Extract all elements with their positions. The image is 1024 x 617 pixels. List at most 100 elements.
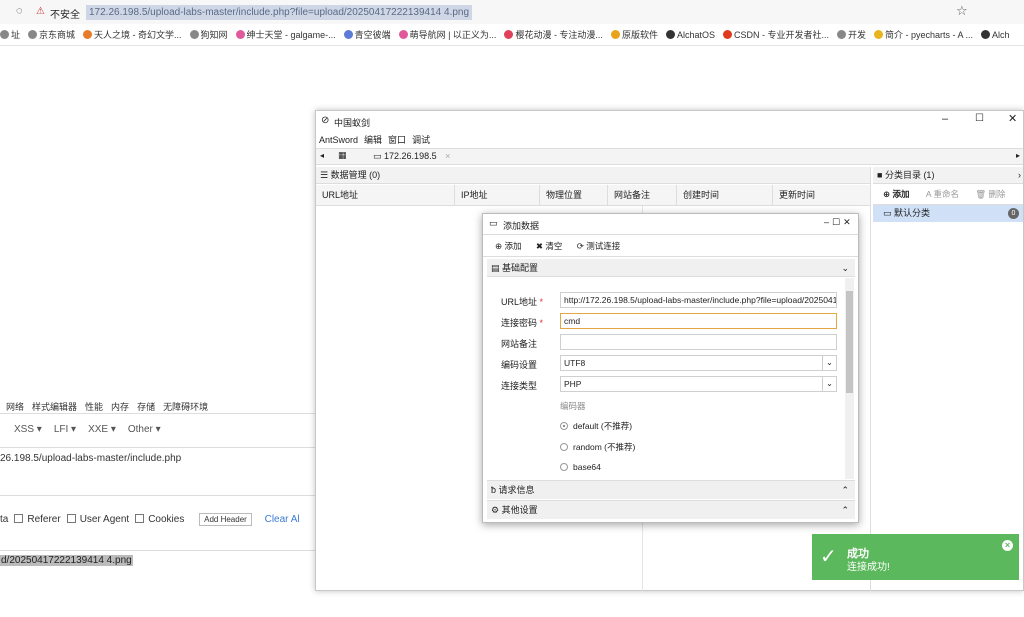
section-request-header[interactable]: ƀ 请求信息 ⌃	[487, 480, 855, 499]
bookmark-item[interactable]: CSDN - 专业开发者社...	[722, 24, 829, 45]
type-value: PHP	[564, 379, 582, 389]
encoder-radio[interactable]: base64	[560, 462, 601, 472]
add-header-button[interactable]: Add Header	[199, 513, 252, 526]
password-field[interactable]: cmd	[560, 313, 837, 329]
column-header[interactable]: URL地址	[316, 185, 455, 206]
minimize-icon[interactable]: –	[942, 113, 948, 125]
bookmark-item[interactable]: 原版软件	[610, 24, 658, 45]
category-header: ■ 分类目录 (1) ›	[873, 167, 1023, 184]
devtools-tab[interactable]: 样式编辑器	[32, 402, 77, 412]
encoding-select[interactable]: UTF8 ⌄	[560, 355, 837, 371]
checkbox-box[interactable]	[135, 514, 145, 523]
devtools-tab[interactable]: 网络	[6, 402, 24, 412]
delete-category-button[interactable]: 🗑 删除	[975, 189, 1005, 199]
column-header[interactable]: 更新时间	[773, 185, 871, 206]
menu-item[interactable]: 调试	[412, 135, 430, 145]
category-item-default[interactable]: ▭ 默认分类 0	[873, 205, 1023, 222]
radio-circle[interactable]	[560, 422, 568, 430]
devtools-tab[interactable]: 内存	[111, 402, 129, 412]
column-header[interactable]: 网站备注	[608, 185, 677, 206]
maximize-icon[interactable]: ☐	[975, 113, 984, 124]
checkbox-box[interactable]	[14, 514, 24, 523]
url-input[interactable]: 172.26.198.5/upload-labs-master/include.…	[86, 5, 473, 20]
list-icon: ☰	[320, 170, 331, 180]
scrollbar-thumb[interactable]	[846, 291, 853, 393]
bookmark-item[interactable]: Alch	[981, 24, 1010, 45]
maximize-icon[interactable]: ☐	[832, 217, 843, 227]
add-category-button[interactable]: ⊕ 添加	[883, 189, 910, 199]
bookmark-label: 狗知网	[200, 30, 228, 40]
radio-label: random (不推荐)	[573, 442, 636, 452]
hackbar-menu[interactable]: Other ▾	[128, 424, 161, 435]
request-icon: ƀ	[491, 485, 499, 495]
grid-home-icon[interactable]: ▦	[338, 150, 347, 161]
close-icon[interactable]: ✕	[843, 217, 854, 227]
note-field[interactable]	[560, 334, 837, 350]
bookmark-item[interactable]: 简介 - pyecharts - A ...	[874, 24, 973, 45]
column-header[interactable]: IP地址	[455, 185, 540, 206]
hackbar-post-text[interactable]: d/20250417222139414 4.png	[0, 555, 133, 566]
security-label[interactable]: 不安全	[50, 6, 80, 21]
clear-all-link[interactable]: Clear Al	[265, 514, 300, 525]
rename-category-button[interactable]: A 重命名	[926, 189, 959, 199]
menu-item[interactable]: 窗口	[388, 135, 406, 145]
close-icon[interactable]: ✕	[1008, 112, 1017, 125]
hackbar-menu[interactable]: XSS ▾	[14, 424, 42, 435]
bookmark-favicon-icon	[981, 30, 991, 39]
hackbar-menu[interactable]: XXE ▾	[88, 424, 116, 435]
add-button[interactable]: ⊕ 添加	[495, 241, 522, 251]
folder-icon: ▭	[373, 151, 382, 161]
bookmark-item[interactable]: 樱花动漫 - 专注动漫...	[504, 24, 603, 45]
url-field[interactable]: http://172.26.198.5/upload-labs-master/i…	[560, 292, 837, 308]
bookmark-item[interactable]: 狗知网	[189, 24, 228, 45]
window-titlebar: ⊘ 中国蚁剑 – ☐ ✕	[316, 111, 1023, 130]
tab-close-icon[interactable]: ×	[445, 151, 450, 161]
bookmark-item[interactable]: 天人之境 - 奇幻文学...	[83, 24, 182, 45]
bookmark-item[interactable]: 京东商城	[28, 24, 75, 45]
section-other-header[interactable]: ⚙ 其他设置 ⌃	[487, 500, 855, 519]
bookmark-item[interactable]: 开发	[837, 24, 866, 45]
bookmark-item[interactable]: 萌导航网 | 以正义为...	[398, 24, 496, 45]
bookmark-label: Alch	[992, 30, 1010, 40]
devtools-tab[interactable]: 性能	[85, 402, 103, 412]
menu-item[interactable]: AntSword	[319, 135, 358, 145]
shield-icon[interactable]: ◌	[16, 5, 23, 17]
bookmark-item[interactable]: 址	[0, 24, 20, 45]
radio-circle[interactable]	[560, 463, 568, 471]
test-connection-button[interactable]: ⟳ 测试连接	[577, 241, 621, 251]
hackbar-checkbox[interactable]: User Agent	[66, 514, 129, 525]
devtools-tab[interactable]: 存储	[137, 402, 155, 412]
hackbar-checkbox[interactable]: Referer	[14, 514, 61, 525]
section-basic-header[interactable]: ▤ 基础配置 ⌄	[487, 259, 855, 277]
clear-button[interactable]: ✖ 清空	[536, 241, 563, 251]
hackbar-url-text[interactable]: 26.198.5/upload-labs-master/include.php	[0, 453, 181, 464]
star-icon[interactable]: ☆	[956, 3, 968, 19]
hackbar-menu[interactable]: LFI ▾	[54, 424, 76, 435]
menu-item[interactable]: 编辑	[364, 135, 382, 145]
close-icon[interactable]: ×	[1002, 540, 1013, 551]
radio-circle[interactable]	[560, 443, 568, 451]
bookmark-label: 绅士天堂 - galgame-...	[246, 30, 336, 40]
bookmark-item[interactable]: 青空彼端	[343, 24, 391, 45]
bookmark-item[interactable]: AlchatOS	[665, 24, 715, 45]
tab-host[interactable]: ▭ 172.26.198.5 ×	[373, 151, 450, 162]
chevron-right-icon[interactable]: ›	[1018, 167, 1021, 184]
column-header[interactable]: 创建时间	[677, 185, 773, 206]
scroll-left-icon[interactable]: ◂	[320, 151, 324, 160]
encoder-radio[interactable]: default (不推荐)	[560, 420, 632, 432]
hackbar-checkbox[interactable]: ta	[0, 514, 8, 525]
category-panel: ■ 分类目录 (1) › ⊕ 添加 A 重命名 🗑 删除 ▭ 默认分类 0	[873, 167, 1023, 591]
column-header[interactable]: 物理位置	[540, 185, 608, 206]
scroll-right-icon[interactable]: ▸	[1016, 151, 1020, 160]
minimize-icon[interactable]: –	[824, 217, 832, 227]
bookmark-item[interactable]: 绅士天堂 - galgame-...	[235, 24, 336, 45]
dialog-controls: –☐✕	[824, 217, 854, 228]
devtools-tab[interactable]: 无障碍环境	[163, 402, 208, 412]
encoder-radio[interactable]: random (不推荐)	[560, 441, 635, 453]
form-scrollbar[interactable]	[845, 278, 854, 479]
menu-bar: AntSword 编辑 窗口 调试	[319, 133, 436, 146]
type-select[interactable]: PHP ⌄	[560, 376, 837, 392]
type-label: 连接类型	[501, 381, 538, 391]
checkbox-box[interactable]	[66, 514, 76, 523]
hackbar-checkbox[interactable]: Cookies	[135, 514, 184, 525]
